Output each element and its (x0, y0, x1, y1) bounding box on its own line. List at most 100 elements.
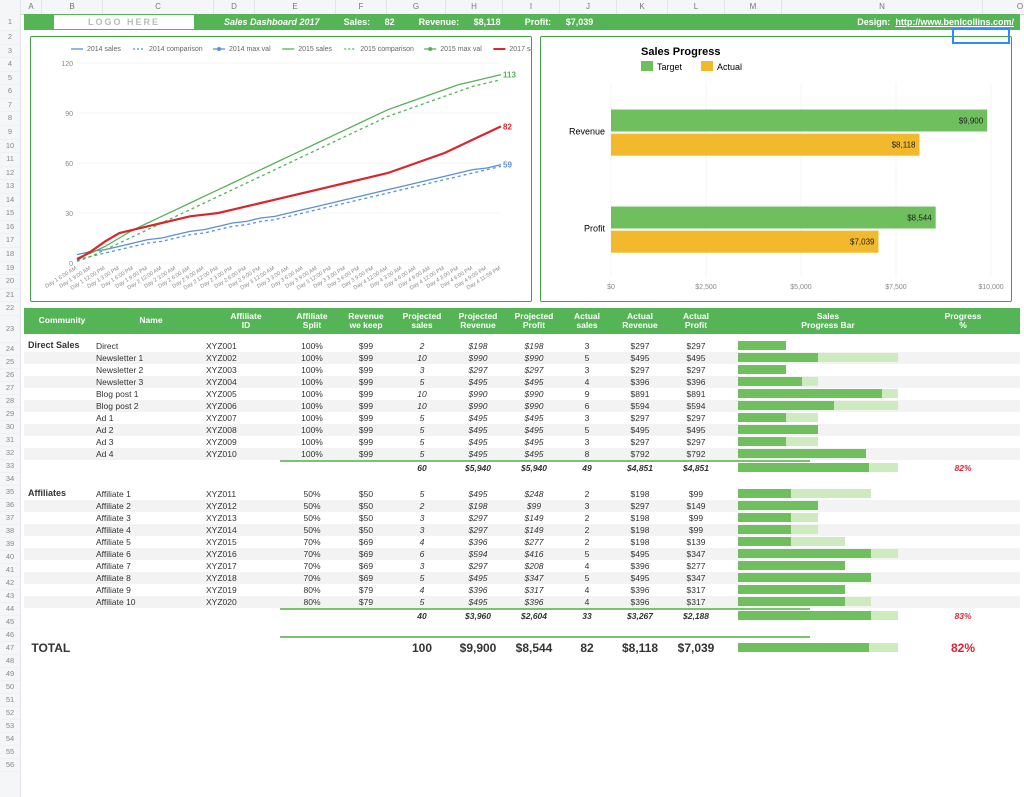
svg-text:$8,544: $8,544 (907, 214, 932, 223)
row-header-cell[interactable]: 2 (0, 31, 20, 45)
column-header-cell[interactable]: E (255, 0, 336, 14)
row-header-cell[interactable]: 13 (0, 180, 20, 194)
table-row[interactable]: Direct XYZ001 100% $99 2 $198 $198 3 $29… (24, 340, 1020, 352)
row-header-cell[interactable]: 22 (0, 302, 20, 316)
row-header-cell[interactable]: 36 (0, 499, 20, 512)
table-row[interactable]: Affiliate 6 XYZ016 70% $69 6 $594 $416 5… (24, 548, 1020, 560)
row-header-cell[interactable]: 50 (0, 681, 20, 694)
row-header-cell[interactable]: 21 (0, 289, 20, 303)
row-header-cell[interactable]: 40 (0, 551, 20, 564)
row-header-cell[interactable]: 8 (0, 112, 20, 126)
row-header-cell[interactable]: 20 (0, 275, 20, 289)
table-row[interactable]: Affiliate 2 XYZ012 50% $50 2 $198 $99 3 … (24, 500, 1020, 512)
table-header-cell: AffiliateID (206, 312, 286, 331)
row-header-cell[interactable]: 25 (0, 356, 20, 369)
row-header-cell[interactable]: 3 (0, 45, 20, 59)
column-header-cell[interactable]: N (782, 0, 983, 14)
column-header-cell[interactable]: K (617, 0, 668, 14)
table-row[interactable]: Ad 3 XYZ009 100% $99 5 $495 $495 3 $297 … (24, 436, 1020, 448)
row-header-cell[interactable]: 12 (0, 167, 20, 181)
column-header-cell[interactable]: I (503, 0, 560, 14)
row-header-cell[interactable]: 9 (0, 126, 20, 140)
column-header-cell[interactable]: B (42, 0, 103, 14)
row-header-cell[interactable]: 35 (0, 486, 20, 499)
row-header-cell[interactable]: 19 (0, 262, 20, 276)
table-row[interactable]: Ad 4 XYZ010 100% $99 5 $495 $495 8 $792 … (24, 448, 1020, 460)
row-header-cell[interactable]: 26 (0, 369, 20, 382)
svg-text:$8,118: $8,118 (892, 141, 916, 150)
row-header-cell[interactable]: 14 (0, 194, 20, 208)
row-header-cell[interactable]: 6 (0, 85, 20, 99)
column-header-cell[interactable]: F (336, 0, 387, 14)
row-header-cell[interactable]: 37 (0, 512, 20, 525)
column-header-cell[interactable]: A (21, 0, 42, 14)
column-header-cell[interactable]: C (103, 0, 214, 14)
row-header-cell[interactable]: 55 (0, 746, 20, 759)
table-row[interactable]: Affiliate 7 XYZ017 70% $69 3 $297 $208 4… (24, 560, 1020, 572)
row-header-cell[interactable]: 15 (0, 207, 20, 221)
table-row[interactable]: Newsletter 1 XYZ002 100% $99 10 $990 $99… (24, 352, 1020, 364)
row-header-cell[interactable]: 47 (0, 642, 20, 655)
table-row[interactable]: Affiliate 9 XYZ019 80% $79 4 $396 $317 4… (24, 584, 1020, 596)
row-header-cell[interactable]: 23 (0, 316, 20, 343)
row-header-cell[interactable]: 54 (0, 733, 20, 746)
row-header-cell[interactable]: 31 (0, 434, 20, 447)
row-header-cell[interactable]: 5 (0, 72, 20, 86)
row-header-cell[interactable]: 32 (0, 447, 20, 460)
sales-progress-chart[interactable]: Sales ProgressTargetActual$0$2,500$5,000… (540, 36, 1012, 302)
row-header-cell[interactable]: 28 (0, 395, 20, 408)
table-row[interactable]: Affiliate 4 XYZ014 50% $50 3 $297 $149 2… (24, 524, 1020, 536)
row-header-cell[interactable]: 43 (0, 590, 20, 603)
table-row[interactable]: Newsletter 2 XYZ003 100% $99 3 $297 $297… (24, 364, 1020, 376)
row-header-cell[interactable]: 49 (0, 668, 20, 681)
column-header-cell[interactable]: G (387, 0, 446, 14)
svg-text:$9,900: $9,900 (959, 117, 984, 126)
table-row[interactable]: Affiliate 8 XYZ018 70% $69 5 $495 $347 5… (24, 572, 1020, 584)
row-header-cell[interactable]: 7 (0, 99, 20, 113)
column-header-cell[interactable]: H (446, 0, 503, 14)
row-header-cell[interactable]: 46 (0, 629, 20, 642)
table-row[interactable]: Affiliate 1 XYZ011 50% $50 5 $495 $248 2… (24, 488, 1020, 500)
row-header-cell[interactable]: 56 (0, 759, 20, 772)
table-row[interactable]: Blog post 1 XYZ005 100% $99 10 $990 $990… (24, 388, 1020, 400)
row-header-cell[interactable]: 10 (0, 140, 20, 154)
row-header-cell[interactable]: 11 (0, 153, 20, 167)
design-link[interactable]: http://www.benlcollins.com/ (895, 17, 1014, 27)
row-header-cell[interactable]: 16 (0, 221, 20, 235)
row-header-cell[interactable]: 27 (0, 382, 20, 395)
row-header-cell[interactable]: 45 (0, 616, 20, 629)
row-header-cell[interactable]: 24 (0, 343, 20, 356)
column-header-cell[interactable]: J (560, 0, 617, 14)
row-header-cell[interactable]: 39 (0, 538, 20, 551)
design-credit: Design: http://www.benlcollins.com/ (845, 17, 1014, 27)
table-row[interactable]: Newsletter 3 XYZ004 100% $99 5 $495 $495… (24, 376, 1020, 388)
table-row[interactable]: Affiliate 3 XYZ013 50% $50 3 $297 $149 2… (24, 512, 1020, 524)
row-header-cell[interactable]: 17 (0, 234, 20, 248)
row-header-cell[interactable]: 52 (0, 707, 20, 720)
column-header-cell[interactable]: L (668, 0, 725, 14)
row-header-cell[interactable]: 38 (0, 525, 20, 538)
row-header-cell[interactable]: 53 (0, 720, 20, 733)
column-header-cell[interactable]: O (983, 0, 1024, 14)
row-header-cell[interactable]: 30 (0, 421, 20, 434)
table-row[interactable]: Blog post 2 XYZ006 100% $99 10 $990 $990… (24, 400, 1020, 412)
row-header-cell[interactable]: 44 (0, 603, 20, 616)
row-header-cell[interactable]: 18 (0, 248, 20, 262)
table-row[interactable]: Ad 1 XYZ007 100% $99 5 $495 $495 3 $297 … (24, 412, 1020, 424)
table-header-cell: Projectedsales (394, 312, 450, 331)
table-row[interactable]: Affiliate 10 XYZ020 80% $79 5 $495 $396 … (24, 596, 1020, 608)
table-row[interactable]: Ad 2 XYZ008 100% $99 5 $495 $495 5 $495 … (24, 424, 1020, 436)
row-header-cell[interactable]: 51 (0, 694, 20, 707)
row-header-cell[interactable]: 4 (0, 58, 20, 72)
column-header-cell[interactable]: D (214, 0, 255, 14)
sales-trend-chart[interactable]: 2014 sales2014 comparison2014 max val201… (30, 36, 532, 302)
row-header-cell[interactable]: 42 (0, 577, 20, 590)
column-header-cell[interactable]: M (725, 0, 782, 14)
row-header-cell[interactable]: 34 (0, 473, 20, 486)
row-header-cell[interactable]: 33 (0, 460, 20, 473)
row-header-cell[interactable]: 48 (0, 655, 20, 668)
row-headers: 1234567891011121314151617181920212223242… (0, 14, 21, 797)
row-header-cell[interactable]: 29 (0, 408, 20, 421)
table-row[interactable]: Affiliate 5 XYZ015 70% $69 4 $396 $277 2… (24, 536, 1020, 548)
row-header-cell[interactable]: 41 (0, 564, 20, 577)
